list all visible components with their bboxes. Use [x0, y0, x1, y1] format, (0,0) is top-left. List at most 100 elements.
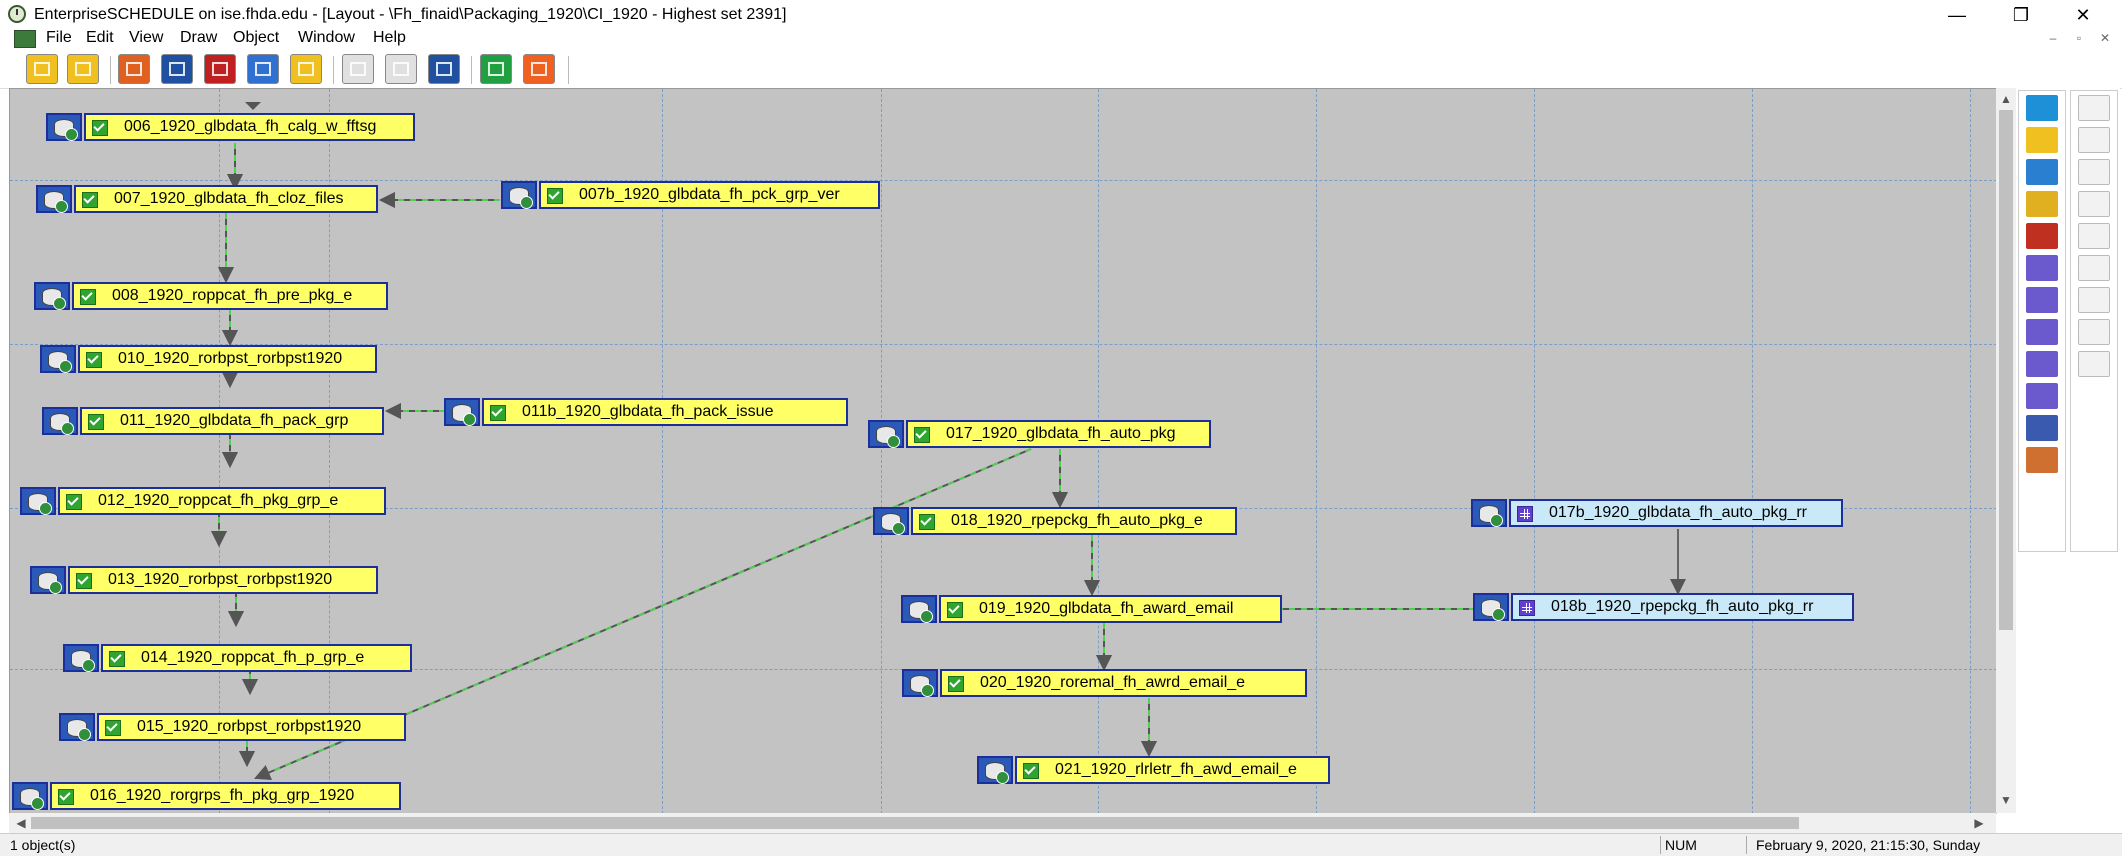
- database-job-icon[interactable]: [444, 398, 480, 426]
- link-tool-icon[interactable]: [2026, 447, 2058, 473]
- database-job-icon[interactable]: [501, 181, 537, 209]
- job-label: 014_1920_roppcat_fh_p_grp_e: [141, 649, 365, 666]
- save-button[interactable]: [67, 54, 99, 84]
- new-job-icon[interactable]: [2026, 191, 2058, 217]
- checkbox-icon: [948, 676, 964, 692]
- database-job-icon[interactable]: [40, 345, 76, 373]
- checkbox-icon: [88, 414, 104, 430]
- grid-icon: [1517, 506, 1533, 522]
- database-job-icon[interactable]: [59, 713, 95, 741]
- cut-button[interactable]: [342, 54, 374, 84]
- calendar-icon: [2078, 351, 2110, 377]
- cut-icon: [350, 62, 366, 76]
- checkbox-icon: [82, 192, 98, 208]
- menu-draw[interactable]: Draw: [180, 29, 217, 47]
- paste-button[interactable]: [428, 54, 460, 84]
- scroll-down-icon[interactable]: ▼: [1996, 793, 2016, 807]
- checkbox-icon: [947, 602, 963, 618]
- scroll-thumb[interactable]: [1999, 110, 2013, 630]
- menu-bar: File Edit View Draw Object Window Help –…: [0, 27, 2122, 49]
- mdi-close-button[interactable]: ✕: [2096, 31, 2114, 45]
- window-title: EnterpriseSCHEDULE on ise.fhda.edu - [La…: [34, 6, 787, 23]
- rectangle-tool-icon[interactable]: [2026, 287, 2058, 313]
- grid-icon: [1519, 600, 1535, 616]
- menu-object[interactable]: Object: [233, 29, 279, 47]
- toolbar: [0, 50, 2122, 89]
- minimize-button[interactable]: —: [1934, 2, 1980, 28]
- checkbox-icon: [58, 789, 74, 805]
- menu-window[interactable]: Window: [298, 29, 355, 47]
- database-job-icon[interactable]: [868, 420, 904, 448]
- report-button[interactable]: [290, 54, 322, 84]
- database-job-icon[interactable]: [901, 595, 937, 623]
- document-window-icon[interactable]: [14, 30, 36, 48]
- palette-tools: [2018, 90, 2066, 552]
- database-job-icon[interactable]: [30, 566, 66, 594]
- database-job-icon[interactable]: [12, 782, 48, 810]
- monitor-button[interactable]: [161, 54, 193, 84]
- flow-diagram-icon[interactable]: [2026, 127, 2058, 153]
- job-label: 011b_1920_glbdata_fh_pack_issue: [522, 403, 774, 420]
- database-job-icon[interactable]: [36, 185, 72, 213]
- rounded-rect-tool-icon[interactable]: [2026, 319, 2058, 345]
- menu-view[interactable]: View: [129, 29, 163, 47]
- job-label: 017b_1920_glbdata_fh_auto_pkg_rr: [1549, 504, 1808, 521]
- text-tool-icon[interactable]: [2026, 415, 2058, 441]
- menu-file[interactable]: File: [46, 29, 72, 47]
- app-clock-icon[interactable]: [8, 5, 26, 23]
- mdi-minimize-button[interactable]: –: [2044, 31, 2062, 45]
- checkbox-icon: [92, 120, 108, 136]
- copy-button[interactable]: [385, 54, 417, 84]
- help-button[interactable]: [523, 54, 555, 84]
- layout-canvas[interactable]: 006_1920_glbdata_fh_calg_w_fftsg 007_192…: [9, 88, 1997, 814]
- scroll-thumb[interactable]: [31, 817, 1799, 829]
- restore-button[interactable]: ❐: [1998, 2, 2044, 28]
- checkbox-icon: [919, 514, 935, 530]
- database-job-icon[interactable]: [20, 487, 56, 515]
- checkbox-icon: [1023, 763, 1039, 779]
- script-icon[interactable]: [2026, 223, 2058, 249]
- checkbox-icon: [547, 188, 563, 204]
- database-job-icon[interactable]: [873, 507, 909, 535]
- database-job-icon[interactable]: [34, 282, 70, 310]
- horizontal-scrollbar[interactable]: ◀ ▶: [9, 813, 1996, 833]
- vertical-scrollbar[interactable]: ▲ ▼: [1996, 88, 2016, 813]
- log-icon: [2078, 159, 2110, 185]
- line-tool-icon[interactable]: [2026, 255, 2058, 281]
- mdi-restore-button[interactable]: ▫: [2070, 31, 2088, 45]
- menu-edit[interactable]: Edit: [86, 29, 114, 47]
- database-job-icon[interactable]: [63, 644, 99, 672]
- help-icon: [531, 62, 547, 76]
- num-lock-indicator: NUM: [1665, 837, 1697, 853]
- tree-diagram-icon[interactable]: [2026, 159, 2058, 185]
- select-arrow-icon[interactable]: [2026, 95, 2058, 121]
- database-job-icon[interactable]: [1471, 499, 1507, 527]
- job-label: 006_1920_glbdata_fh_calg_w_fftsg: [124, 118, 377, 135]
- database-job-icon[interactable]: [902, 669, 938, 697]
- job-label: 018_1920_rpepckg_fh_auto_pkg_e: [951, 512, 1203, 529]
- scroll-left-icon[interactable]: ◀: [11, 816, 31, 830]
- find-button[interactable]: [118, 54, 150, 84]
- document-button[interactable]: [247, 54, 279, 84]
- scroll-right-icon[interactable]: ▶: [1969, 816, 1989, 830]
- scroll-up-icon[interactable]: ▲: [1996, 92, 2016, 106]
- checkbox-icon: [109, 651, 125, 667]
- play-icon: [2078, 127, 2110, 153]
- document-icon: [255, 62, 271, 76]
- database-job-icon[interactable]: [46, 113, 82, 141]
- close-button[interactable]: ✕: [2060, 2, 2106, 28]
- database-job-icon[interactable]: [1473, 593, 1509, 621]
- ellipse-tool-icon[interactable]: [2026, 351, 2058, 377]
- job-label: 021_1920_rlrletr_fh_awd_email_e: [1055, 761, 1297, 778]
- print-button[interactable]: [480, 54, 512, 84]
- job-label: 007b_1920_glbdata_fh_pck_grp_ver: [579, 186, 840, 203]
- open-button[interactable]: [26, 54, 58, 84]
- status-bar: 1 object(s) NUM February 9, 2020, 21:15:…: [0, 833, 2122, 856]
- terminal-button[interactable]: [204, 54, 236, 84]
- drawing-palette: [2016, 88, 2120, 813]
- database-job-icon[interactable]: [977, 756, 1013, 784]
- menu-help[interactable]: Help: [373, 29, 406, 47]
- clock-icon: [2078, 319, 2110, 345]
- database-job-icon[interactable]: [42, 407, 78, 435]
- polygon-tool-icon[interactable]: [2026, 383, 2058, 409]
